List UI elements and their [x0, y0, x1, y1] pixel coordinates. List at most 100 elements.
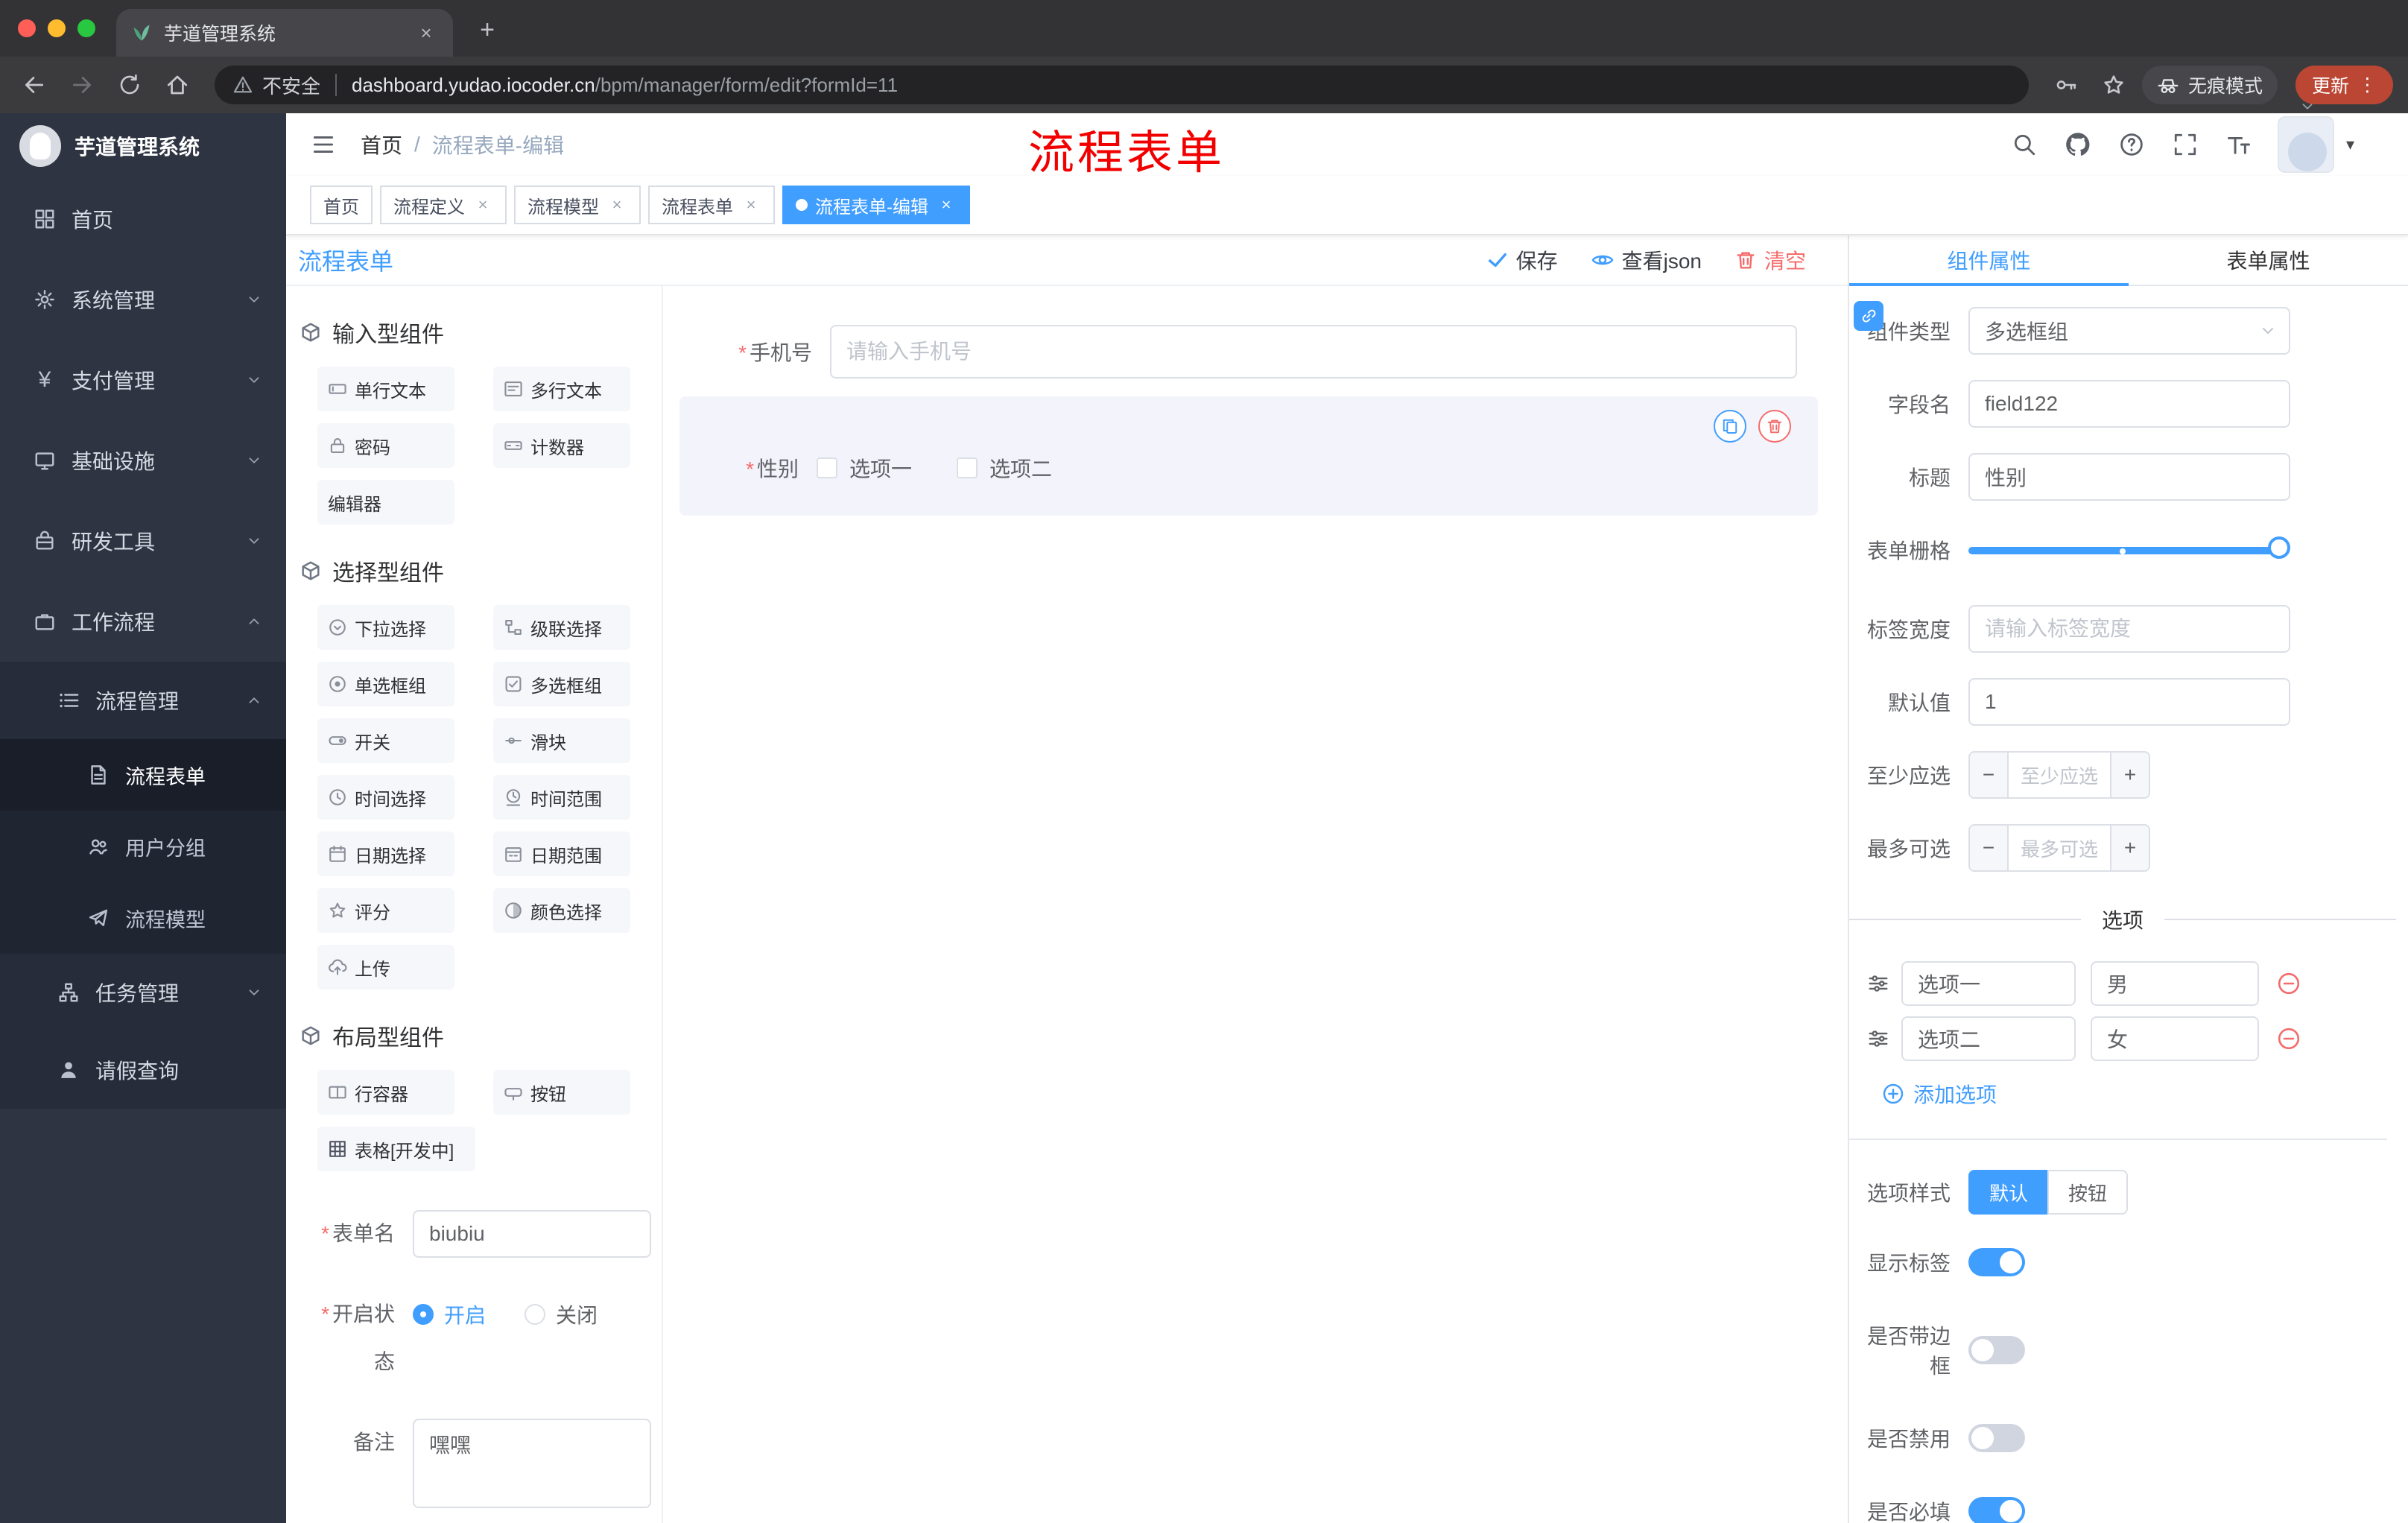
forward-button[interactable] — [63, 66, 101, 104]
sidebar-item-payment-management[interactable]: ¥ 支付管理 — [0, 340, 286, 420]
fullscreen-icon[interactable] — [2170, 130, 2200, 159]
tag-process-form[interactable]: 流程表单 × — [648, 186, 775, 224]
option-value-input[interactable] — [2091, 1016, 2259, 1061]
tag-home[interactable]: 首页 — [310, 186, 373, 224]
sidebar-item-infrastructure[interactable]: 基础设施 — [0, 420, 286, 501]
palette-item-table[interactable]: 表格[开发中] — [317, 1127, 475, 1171]
bookmark-star-icon[interactable] — [2094, 66, 2133, 104]
breadcrumb-home[interactable]: 首页 — [361, 130, 402, 159]
github-icon[interactable] — [2063, 130, 2093, 159]
browser-menu-icon[interactable]: ⋮ — [2358, 74, 2377, 96]
palette-item-time-range[interactable]: 时间范围 — [493, 775, 630, 820]
sidebar-item-process-form[interactable]: 流程表单 — [0, 739, 286, 811]
back-button[interactable] — [15, 66, 54, 104]
palette-item-checkbox-group[interactable]: 多选框组 — [493, 662, 630, 706]
avatar-caret-icon[interactable]: ▾ — [2346, 135, 2354, 154]
palette-item-cascader[interactable]: 级联选择 — [493, 605, 630, 650]
toolbar-chevron-icon[interactable] — [2299, 98, 2316, 115]
sidebar-collapse-icon[interactable] — [304, 125, 343, 164]
palette-item-date-range[interactable]: 日期范围 — [493, 832, 630, 876]
palette-item-select[interactable]: 下拉选择 — [317, 605, 454, 650]
component-type-select[interactable]: 多选框组 — [1968, 307, 2290, 355]
field-name-input[interactable] — [1968, 380, 2290, 428]
palette-item-counter[interactable]: 计数器 — [493, 423, 630, 468]
tab-close-icon[interactable]: × — [414, 21, 438, 45]
form-name-input[interactable] — [413, 1210, 651, 1258]
drag-handle-icon[interactable] — [1867, 972, 1889, 995]
font-size-icon[interactable] — [2224, 130, 2254, 159]
link-icon[interactable] — [1854, 301, 1883, 331]
password-key-icon[interactable] — [2047, 66, 2085, 104]
phone-field-row[interactable]: * 手机号 — [678, 325, 1848, 379]
sidebar-item-workflow[interactable]: 工作流程 — [0, 581, 286, 662]
tab-component-properties[interactable]: 组件属性 — [1849, 235, 2129, 286]
palette-item-button[interactable]: 按钮 — [493, 1070, 630, 1115]
palette-item-time-picker[interactable]: 时间选择 — [317, 775, 454, 820]
tag-process-model[interactable]: 流程模型 × — [514, 186, 641, 224]
sidebar-item-leave-query[interactable]: 请假查询 — [0, 1031, 286, 1109]
selected-gender-field[interactable]: * 性别 选项一 选项二 — [679, 396, 1818, 516]
clear-button[interactable]: 清空 — [1734, 245, 1806, 275]
phone-input[interactable] — [830, 325, 1797, 379]
sidebar-item-dev-tools[interactable]: 研发工具 — [0, 501, 286, 581]
tag-process-definition[interactable]: 流程定义 × — [380, 186, 507, 224]
delete-field-button[interactable] — [1758, 410, 1791, 443]
increase-button[interactable]: + — [2110, 826, 2149, 870]
home-button[interactable] — [158, 66, 197, 104]
address-bar[interactable]: 不安全 dashboard.yudao.iocoder.cn /bpm/mana… — [215, 66, 2029, 104]
default-value-input[interactable] — [1968, 678, 2290, 726]
increase-button[interactable]: + — [2110, 753, 2149, 797]
palette-item-radio-group[interactable]: 单选框组 — [317, 662, 454, 706]
sidebar-item-process-management[interactable]: 流程管理 — [0, 662, 286, 739]
palette-item-single-line-text[interactable]: 单行文本 — [317, 367, 454, 411]
decrease-button[interactable]: − — [1970, 826, 2009, 870]
required-toggle[interactable] — [1968, 1497, 2025, 1523]
close-icon[interactable]: × — [741, 194, 761, 215]
sidebar-item-process-model[interactable]: 流程模型 — [0, 882, 286, 954]
window-minimize-button[interactable] — [48, 19, 66, 37]
palette-item-date-picker[interactable]: 日期选择 — [317, 832, 454, 876]
gender-option-2-checkbox[interactable]: 选项二 — [957, 453, 1052, 483]
reload-button[interactable] — [110, 66, 149, 104]
browser-tab[interactable]: 芋道管理系统 × — [116, 9, 453, 57]
palette-item-color-picker[interactable]: 颜色选择 — [493, 888, 630, 933]
option-label-input[interactable] — [1901, 1016, 2076, 1061]
window-close-button[interactable] — [18, 19, 36, 37]
help-icon[interactable] — [2117, 130, 2146, 159]
remove-option-icon[interactable] — [2277, 972, 2301, 995]
form-remark-textarea[interactable]: 嘿嘿 — [413, 1419, 651, 1508]
close-icon[interactable]: × — [472, 194, 493, 215]
palette-item-switch[interactable]: 开关 — [317, 718, 454, 763]
remove-option-icon[interactable] — [2277, 1027, 2301, 1051]
label-width-input[interactable] — [1968, 605, 2290, 653]
title-input[interactable] — [1968, 453, 2290, 501]
palette-item-upload[interactable]: 上传 — [317, 945, 454, 990]
show-label-toggle[interactable] — [1968, 1248, 2025, 1276]
palette-item-row-container[interactable]: 行容器 — [317, 1070, 454, 1115]
close-icon[interactable]: × — [936, 194, 957, 215]
palette-item-slider[interactable]: 滑块 — [493, 718, 630, 763]
sidebar-item-system-management[interactable]: 系统管理 — [0, 259, 286, 340]
palette-item-multi-line-text[interactable]: 多行文本 — [493, 367, 630, 411]
border-toggle[interactable] — [1968, 1336, 2025, 1364]
decrease-button[interactable]: − — [1970, 753, 2009, 797]
form-grid-slider[interactable] — [1968, 526, 2290, 574]
max-select-value[interactable]: 最多可选 — [2009, 826, 2110, 870]
copy-field-button[interactable] — [1714, 410, 1746, 443]
sidebar-item-home[interactable]: 首页 — [0, 179, 286, 259]
add-option-button[interactable]: 添加选项 — [1882, 1079, 2408, 1109]
palette-item-editor[interactable]: 编辑器 — [317, 480, 454, 525]
view-json-button[interactable]: 查看json — [1591, 245, 1702, 275]
style-button-button[interactable]: 按钮 — [2047, 1170, 2129, 1215]
search-icon[interactable] — [2009, 130, 2039, 159]
drag-handle-icon[interactable] — [1867, 1028, 1889, 1050]
gender-option-1-checkbox[interactable]: 选项一 — [817, 453, 912, 483]
disabled-toggle[interactable] — [1968, 1424, 2025, 1452]
min-select-value[interactable]: 至少应选 — [2009, 753, 2110, 797]
tag-process-form-edit[interactable]: 流程表单-编辑 × — [782, 186, 970, 224]
sidebar-item-user-group[interactable]: 用户分组 — [0, 811, 286, 882]
save-button[interactable]: 保存 — [1486, 245, 1558, 275]
status-off-radio[interactable]: 关闭 — [525, 1299, 598, 1329]
close-icon[interactable]: × — [606, 194, 627, 215]
option-value-input[interactable] — [2091, 961, 2259, 1006]
